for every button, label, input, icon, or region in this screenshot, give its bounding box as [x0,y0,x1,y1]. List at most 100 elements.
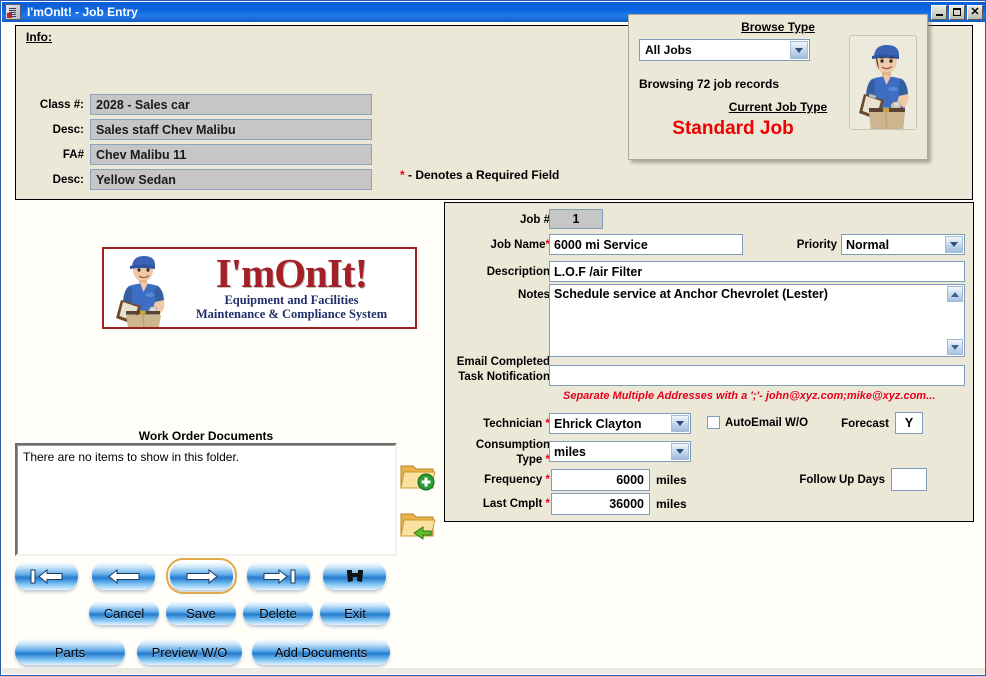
add-folder-icon[interactable] [399,458,437,492]
window-bottom-strip [2,668,985,674]
browse-record-count: Browsing 72 job records [639,77,780,91]
next-record-icon [186,568,218,584]
app-icon [5,4,21,20]
class-number-value: 2028 - Sales car [90,94,372,115]
priority-selected-value: Normal [846,237,890,252]
minimize-button[interactable] [931,4,947,20]
last-complete-input[interactable]: 36000 [551,493,650,515]
close-icon: ✕ [970,5,980,18]
last-complete-unit: miles [656,497,687,511]
current-job-type-value: Standard Job [672,118,794,139]
maximize-button[interactable] [949,4,965,20]
notes-label: Notes [518,289,550,301]
priority-label: Priority [796,239,837,251]
notes-value: Schedule service at Anchor Chevrolet (Le… [554,287,828,301]
delete-button[interactable]: Delete [243,601,313,625]
logo-tagline-1: Equipment and Facilities [224,293,359,308]
technician-select[interactable]: Ehrick Clayton [549,413,691,434]
job-number-value: 1 [549,209,603,229]
chevron-down-icon[interactable] [671,443,689,460]
chevron-down-icon[interactable] [790,41,808,59]
forecast-input[interactable]: Y [895,412,923,434]
close-button[interactable]: ✕ [967,4,983,20]
fa-number-value: Chev Malibu 11 [90,144,372,165]
job-name-label: Job Name* [455,239,550,251]
fa-number-label: FA# [62,148,84,161]
scroll-down-icon[interactable] [947,339,963,355]
fa-desc-label: Desc: [52,173,84,186]
frequency-unit: miles [656,473,687,487]
exit-button[interactable]: Exit [320,601,390,625]
last-record-button[interactable] [247,562,310,590]
fa-desc-value: Yellow Sedan [90,169,372,190]
preview-wo-button-label: Preview W/O [151,644,228,660]
frequency-label-text: Frequency [484,474,543,486]
first-record-icon [30,568,62,584]
priority-select[interactable]: Normal [841,234,965,255]
cancel-button[interactable]: Cancel [89,601,159,625]
job-form-panel: Job # 1 Job Name* 6000 mi Service Priori… [444,202,974,522]
class-desc-row: Desc: Sales staff Chev Malibu [36,119,372,140]
delete-button-label: Delete [259,605,297,621]
autoemail-label: AutoEmail W/O [725,416,809,429]
job-entry-window: I'mOnIt! - Job Entry ✕ Info: Class #: 20… [0,0,986,676]
info-section-label: Info: [26,30,52,44]
find-record-button[interactable] [323,562,386,590]
first-record-button[interactable] [15,562,78,590]
required-field-note: * - Denotes a Required Field [400,168,559,182]
parts-button[interactable]: Parts [15,639,125,665]
work-order-documents-title: Work Order Documents [138,429,274,443]
technician-label-text: Technician [483,418,543,430]
consumption-type-label: Consumption Type * [451,438,550,468]
autoemail-checkbox-row[interactable]: AutoEmail W/O [707,416,808,429]
browse-type-panel: Browse Type All Jobs Browsing 72 job rec… [628,14,928,160]
logo-tagline-2: Maintenance & Compliance System [195,307,388,322]
save-button[interactable]: Save [166,601,236,625]
class-desc-value: Sales staff Chev Malibu [90,119,372,140]
job-name-input[interactable]: 6000 mi Service [549,234,743,255]
last-record-icon [263,568,295,584]
email-hint-text: Separate Multiple Addresses with a ';'- … [563,390,936,402]
add-documents-button-label: Add Documents [274,644,368,660]
scroll-up-icon[interactable] [947,286,963,302]
notes-textarea[interactable]: Schedule service at Anchor Chevrolet (Le… [549,284,965,357]
technician-label: Technician * [451,418,550,430]
frequency-label: Frequency * [451,474,550,486]
email-notification-label: Email Completed Task Notification [456,356,550,384]
notes-scrollbar[interactable] [947,286,963,355]
technician-illustration [849,35,917,130]
frequency-input[interactable]: 6000 [551,469,650,491]
class-number-row: Class #: 2028 - Sales car [36,94,372,115]
job-number-label: Job # [519,214,550,226]
browse-type-select[interactable]: All Jobs [639,39,810,61]
email-notification-input[interactable] [549,365,965,386]
consumption-type-selected-value: miles [554,444,586,459]
logo-person-icon [116,256,165,327]
autoemail-checkbox[interactable] [707,416,720,429]
chevron-down-icon[interactable] [671,415,689,432]
previous-record-button[interactable] [92,562,155,590]
left-content-area: I'mOnIt! Equipment and Facilities Mainte… [15,200,439,663]
product-logo: I'mOnIt! Equipment and Facilities Mainte… [102,247,417,329]
next-record-button[interactable] [166,558,237,594]
exit-button-label: Exit [344,605,366,621]
work-order-documents-list[interactable]: There are no items to show in this folde… [15,443,397,556]
fa-desc-row: Desc: Yellow Sedan [36,169,372,190]
last-complete-label: Last Cmplt * [451,498,550,510]
window-controls: ✕ [931,4,983,20]
job-name-label-text: Job Name [490,239,546,251]
frequency-required-icon: * [545,474,550,486]
preview-wo-button[interactable]: Preview W/O [137,639,242,665]
class-number-label: Class #: [39,98,84,111]
logo-text-block: I'mOnIt! Equipment and Facilities Mainte… [176,253,415,322]
last-complete-required-icon: * [545,498,550,510]
consumption-type-select[interactable]: miles [549,441,691,462]
chevron-down-icon[interactable] [945,236,963,253]
add-documents-button[interactable]: Add Documents [252,639,390,665]
description-input[interactable]: L.O.F /air Filter [549,261,965,282]
cancel-button-label: Cancel [103,605,145,621]
technician-selected-value: Ehrick Clayton [554,416,642,431]
open-folder-icon[interactable] [399,506,437,540]
followup-days-input[interactable] [891,468,927,491]
class-desc-label: Desc: [52,123,84,136]
